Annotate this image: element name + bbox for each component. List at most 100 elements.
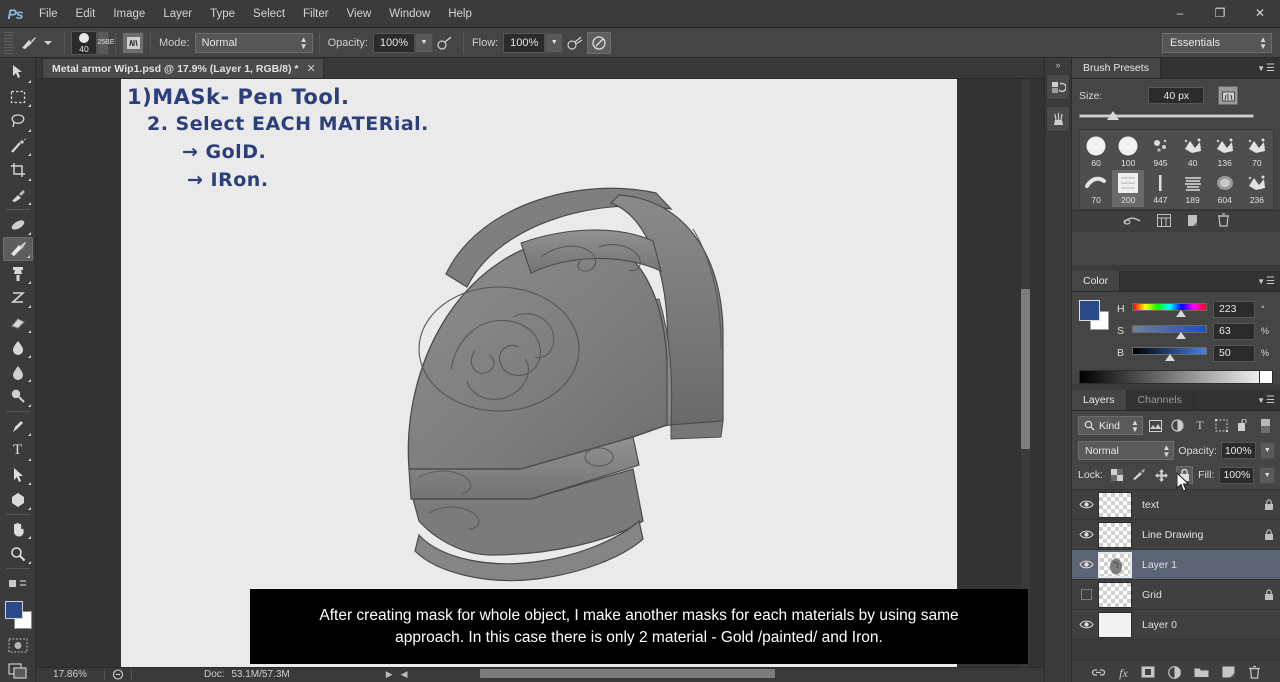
layer-fill-input[interactable]: 100%	[1219, 466, 1255, 484]
menu-image[interactable]: Image	[104, 5, 154, 23]
blur-tool[interactable]	[3, 360, 33, 385]
brush-preset-cell[interactable]: 136	[1209, 133, 1241, 170]
brush-size-slider[interactable]	[1079, 111, 1254, 123]
pixel-filter-icon[interactable]	[1147, 416, 1165, 435]
color-panel-menu-icon[interactable]: ▼ ☰	[1257, 276, 1275, 287]
smartobject-filter-icon[interactable]	[1235, 416, 1253, 435]
adjustment-filter-icon[interactable]	[1169, 416, 1187, 435]
layer-visibility-eye-icon[interactable]	[1074, 610, 1098, 640]
delete-icon[interactable]	[1217, 213, 1230, 230]
brush-preset-chevron-icon[interactable]	[44, 40, 52, 45]
brush-size-chevron-icon[interactable]: \u25BE	[92, 30, 114, 55]
menu-help[interactable]: Help	[439, 5, 481, 23]
options-bar-grip[interactable]	[4, 31, 13, 54]
color-panel-foreground-swatch[interactable]	[1079, 300, 1100, 321]
layer-thumbnail[interactable]	[1098, 611, 1132, 638]
menu-edit[interactable]: Edit	[67, 5, 105, 23]
saturation-slider-knob[interactable]	[1176, 332, 1187, 339]
crop-tool[interactable]	[3, 158, 33, 183]
brush-size-input[interactable]: 40 px	[1148, 87, 1205, 104]
opacity-pressure-icon[interactable]	[433, 32, 457, 54]
layer-visibility-eye-icon[interactable]	[1074, 490, 1098, 520]
brush-preset-folder-icon[interactable]	[1218, 86, 1239, 105]
edit-toolbar-icon[interactable]	[3, 571, 33, 596]
history-panel-icon[interactable]	[1046, 74, 1070, 100]
lock-image-icon[interactable]	[1131, 466, 1148, 484]
brush-presets-menu-icon[interactable]: ▼ ☰	[1257, 63, 1275, 74]
history-brush-tool[interactable]	[3, 286, 33, 311]
flow-input[interactable]: 100%	[503, 32, 546, 53]
layer-thumbnail[interactable]	[1098, 581, 1132, 608]
saturation-input[interactable]: 63	[1213, 322, 1255, 340]
brightness-slider-knob[interactable]	[1165, 354, 1175, 361]
layer-row[interactable]: Line Drawing	[1072, 520, 1280, 550]
type-filter-icon[interactable]: T	[1191, 416, 1209, 435]
canvas-vertical-scrollbar-thumb[interactable]	[1021, 289, 1030, 449]
rectangular-marquee-tool[interactable]	[3, 85, 33, 110]
layer-thumbnail[interactable]	[1098, 521, 1132, 548]
hand-tool[interactable]	[3, 517, 33, 542]
layer-visibility-eye-icon[interactable]	[1074, 550, 1098, 580]
brush-panel-toggle-icon[interactable]	[122, 31, 144, 54]
screen-mode-icon[interactable]	[5, 661, 31, 682]
status-collapse-icon[interactable]: ◀	[401, 669, 408, 680]
toggle-brush-icon[interactable]	[1122, 214, 1141, 229]
lock-all-icon[interactable]	[1175, 466, 1194, 484]
pen-tool[interactable]	[3, 414, 33, 439]
adjustment-layer-icon[interactable]	[1167, 665, 1181, 682]
layer-style-icon[interactable]: fx	[1119, 666, 1128, 681]
flow-chevron-icon[interactable]: ▼	[545, 32, 564, 53]
new-preset-icon[interactable]	[1156, 213, 1171, 230]
eraser-tool[interactable]	[3, 310, 33, 335]
tab-brush-presets[interactable]: Brush Presets	[1072, 58, 1161, 78]
tab-channels[interactable]: Channels	[1126, 390, 1194, 410]
layer-opacity-chevron-icon[interactable]: ▼	[1259, 442, 1275, 459]
workspace-select[interactable]: Essentials ▲ ▼	[1162, 32, 1272, 53]
color-panel-swatches[interactable]	[1079, 300, 1109, 330]
layer-visibility-eye-icon[interactable]	[1074, 520, 1098, 550]
expand-panels-icon[interactable]: »	[1044, 58, 1072, 72]
color-ramp[interactable]	[1079, 370, 1273, 384]
magic-wand-tool[interactable]	[3, 134, 33, 159]
status-play-icon[interactable]: ▶	[386, 669, 393, 680]
eyedropper-tool[interactable]	[3, 183, 33, 208]
layer-thumbnail[interactable]	[1098, 551, 1132, 578]
dodge-tool[interactable]	[3, 384, 33, 409]
new-layer-icon[interactable]	[1222, 666, 1235, 681]
brush-preset-cell[interactable]: 40	[1177, 133, 1209, 170]
brush-preset-cell[interactable]: 945	[1144, 133, 1176, 170]
document-canvas[interactable]: 1)MASk- Pen Tool. 2. Select EACH MATERia…	[121, 79, 957, 667]
menu-type[interactable]: Type	[201, 5, 244, 23]
menu-window[interactable]: Window	[380, 5, 439, 23]
restore-button[interactable]: ❐	[1200, 0, 1240, 26]
layer-row[interactable]: Layer 0	[1072, 610, 1280, 640]
zoom-tool[interactable]	[3, 541, 33, 566]
menu-layer[interactable]: Layer	[154, 5, 201, 23]
saturation-slider[interactable]	[1132, 323, 1207, 339]
layer-row[interactable]: text	[1072, 490, 1280, 520]
move-tool[interactable]	[3, 60, 33, 85]
brush-preset-cell[interactable]: 70	[1241, 133, 1273, 170]
tab-layers[interactable]: Layers	[1072, 390, 1127, 410]
gradient-tool[interactable]	[3, 335, 33, 360]
brush-preset-cell[interactable]: 70	[1080, 170, 1112, 207]
menu-select[interactable]: Select	[244, 5, 294, 23]
foreground-color-swatch[interactable]	[4, 601, 23, 620]
brightness-slider[interactable]	[1132, 345, 1207, 361]
layer-mask-icon[interactable]	[1141, 666, 1155, 681]
brush-tool-preset-icon[interactable]	[16, 32, 42, 54]
link-layers-icon[interactable]	[1091, 667, 1106, 681]
delete-layer-icon[interactable]	[1248, 665, 1261, 682]
close-button[interactable]: ✕	[1240, 0, 1280, 26]
zoom-level[interactable]: 17.86%	[36, 669, 104, 680]
menu-view[interactable]: View	[338, 5, 381, 23]
brush-tool[interactable]	[2, 236, 33, 262]
brightness-input[interactable]: 50	[1213, 344, 1255, 362]
layer-opacity-input[interactable]: 100%	[1220, 442, 1256, 459]
spot-healing-brush-tool[interactable]	[3, 212, 33, 237]
brush-preset-cell[interactable]: 60	[1080, 133, 1112, 170]
brush-preset-cell[interactable]: 100	[1112, 133, 1144, 170]
color-ramp-white-chip[interactable]	[1259, 371, 1272, 383]
color-swatches[interactable]	[3, 601, 33, 630]
brush-size-preview[interactable]: 40	[71, 30, 97, 55]
